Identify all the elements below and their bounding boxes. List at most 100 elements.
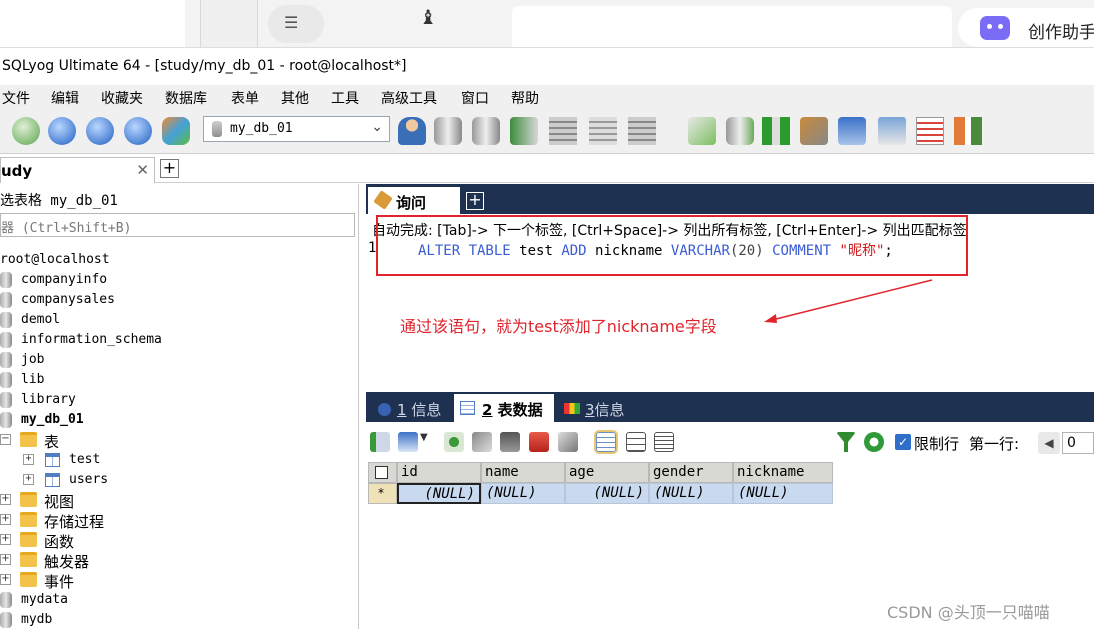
export-icon[interactable]	[398, 432, 418, 452]
add-query-tab-button[interactable]: +	[466, 192, 484, 210]
filter-icon[interactable]	[836, 432, 856, 452]
tree-folder-tables[interactable]: − 表	[0, 430, 340, 451]
execute-all-icon[interactable]	[86, 117, 114, 145]
limit-checkbox[interactable]: ✓	[895, 434, 911, 450]
tree-db[interactable]: job	[0, 350, 340, 370]
tree-db[interactable]: companyinfo	[0, 270, 340, 290]
tree-db[interactable]: demol	[0, 310, 340, 330]
first-row-input[interactable]: 0	[1062, 432, 1094, 454]
menu-favorites[interactable]: 收藏夹	[101, 88, 143, 108]
tree-folder[interactable]: + 视图	[0, 490, 340, 511]
menu-help[interactable]: 帮助	[511, 88, 539, 108]
tree-table[interactable]: + test	[0, 450, 340, 470]
schema-icon[interactable]	[549, 117, 577, 145]
import-icon[interactable]	[510, 117, 538, 145]
column-header[interactable]: gender	[649, 462, 733, 483]
collapse-icon[interactable]: −	[0, 434, 11, 445]
chevron-down-icon[interactable]: ▼	[420, 432, 430, 452]
duplicate-row-icon[interactable]	[472, 432, 492, 452]
add-row-icon[interactable]	[444, 432, 464, 452]
tree-folder[interactable]: + 事件	[0, 570, 340, 591]
refresh-icon[interactable]	[162, 117, 190, 145]
insert-row-icon[interactable]	[370, 432, 390, 452]
trash-icon[interactable]	[529, 432, 549, 452]
result-tab-table-data[interactable]: 2 表数据	[454, 394, 554, 422]
column-header[interactable]: age	[565, 462, 649, 483]
menu-file[interactable]: 文件	[2, 88, 30, 108]
menu-window[interactable]: 窗口	[461, 88, 489, 108]
column-header[interactable]: id	[397, 462, 481, 483]
expand-icon[interactable]: +	[0, 554, 11, 565]
grid-view-icon[interactable]	[594, 430, 618, 454]
table-cell[interactable]: (NULL)	[733, 483, 833, 504]
cancel-changes-icon[interactable]	[558, 432, 578, 452]
menu-edit[interactable]: 编辑	[51, 88, 79, 108]
object-filter-input[interactable]: 器 (Ctrl+Shift+B)	[0, 213, 355, 237]
backup-db-icon[interactable]	[434, 117, 462, 145]
table-data-icon[interactable]	[589, 117, 617, 145]
expand-icon[interactable]: +	[23, 454, 34, 465]
close-icon[interactable]: ✕	[136, 161, 149, 179]
migration-icon[interactable]	[800, 117, 828, 145]
menu-tools[interactable]: 工具	[331, 88, 359, 108]
expand-icon[interactable]: +	[23, 474, 34, 485]
tree-db[interactable]: mydata	[0, 590, 340, 610]
tree-db[interactable]: lib	[0, 370, 340, 390]
tree-folder[interactable]: + 存储过程	[0, 510, 340, 531]
tree-root[interactable]: root@localhost	[0, 250, 340, 270]
tree-db[interactable]: companysales	[0, 290, 340, 310]
add-connection-tab-button[interactable]: +	[160, 159, 179, 178]
select-all-header[interactable]	[368, 462, 397, 483]
sync-icon[interactable]	[688, 117, 716, 145]
database-select[interactable]: my_db_01 ⌄	[203, 116, 390, 142]
query-tab[interactable]: 询问	[368, 187, 460, 214]
schema-sync-icon[interactable]	[762, 117, 790, 145]
report-icon[interactable]	[916, 117, 944, 145]
tree-db[interactable]: mydb	[0, 610, 340, 630]
table-cell[interactable]: (NULL)	[649, 483, 733, 504]
menu-advanced-tools[interactable]: 高级工具	[381, 88, 437, 108]
user-manager-icon[interactable]	[398, 117, 426, 145]
table-cell[interactable]: (NULL)	[565, 483, 649, 504]
save-icon[interactable]	[500, 432, 520, 452]
db-copy-icon[interactable]	[726, 117, 754, 145]
stop-query-icon[interactable]	[124, 117, 152, 145]
tree-table[interactable]: + users	[0, 470, 340, 490]
browser-list-button[interactable]: ☰	[268, 5, 324, 43]
menu-table[interactable]: 表单	[231, 88, 259, 108]
tree-folder[interactable]: + 函数	[0, 530, 340, 551]
restore-db-icon[interactable]	[472, 117, 500, 145]
browser-address-area[interactable]	[512, 6, 952, 47]
form-view-icon[interactable]	[626, 432, 646, 452]
scheduler-icon[interactable]	[838, 117, 866, 145]
new-connection-icon[interactable]	[12, 117, 40, 145]
tree-db[interactable]: information_schema	[0, 330, 340, 350]
browser-tab-chess[interactable]: ♝	[200, 0, 437, 47]
table-cell[interactable]: (NULL)	[397, 483, 481, 504]
result-tab-info-3[interactable]: 3信息	[558, 394, 638, 422]
table-cell[interactable]: (NULL)	[481, 483, 565, 504]
result-tab-info[interactable]: 1 信息	[370, 394, 450, 422]
compare-icon[interactable]	[628, 117, 656, 145]
notifications-icon[interactable]	[878, 117, 906, 145]
schema-designer-icon[interactable]	[954, 117, 982, 145]
row-marker[interactable]: *	[368, 483, 397, 504]
column-header[interactable]: nickname	[733, 462, 833, 483]
expand-icon[interactable]: +	[0, 514, 11, 525]
menu-other[interactable]: 其他	[281, 88, 309, 108]
tree-folder[interactable]: + 触发器	[0, 550, 340, 571]
column-header[interactable]: name	[481, 462, 565, 483]
tree-db-current[interactable]: my_db_01	[0, 410, 340, 430]
menu-database[interactable]: 数据库	[165, 88, 207, 108]
text-view-icon[interactable]	[654, 432, 674, 452]
tree-db[interactable]: library	[0, 390, 340, 410]
connection-tab[interactable]: udy ✕	[0, 157, 155, 183]
expand-icon[interactable]: +	[0, 534, 11, 545]
expand-icon[interactable]: +	[0, 494, 11, 505]
refresh-icon[interactable]	[864, 432, 884, 452]
assistant-button[interactable]: 创作助手	[958, 8, 1094, 47]
previous-page-button[interactable]: ◀	[1038, 432, 1060, 454]
expand-icon[interactable]: +	[0, 574, 11, 585]
execute-query-icon[interactable]	[48, 117, 76, 145]
select-all-checkbox[interactable]	[375, 466, 388, 479]
